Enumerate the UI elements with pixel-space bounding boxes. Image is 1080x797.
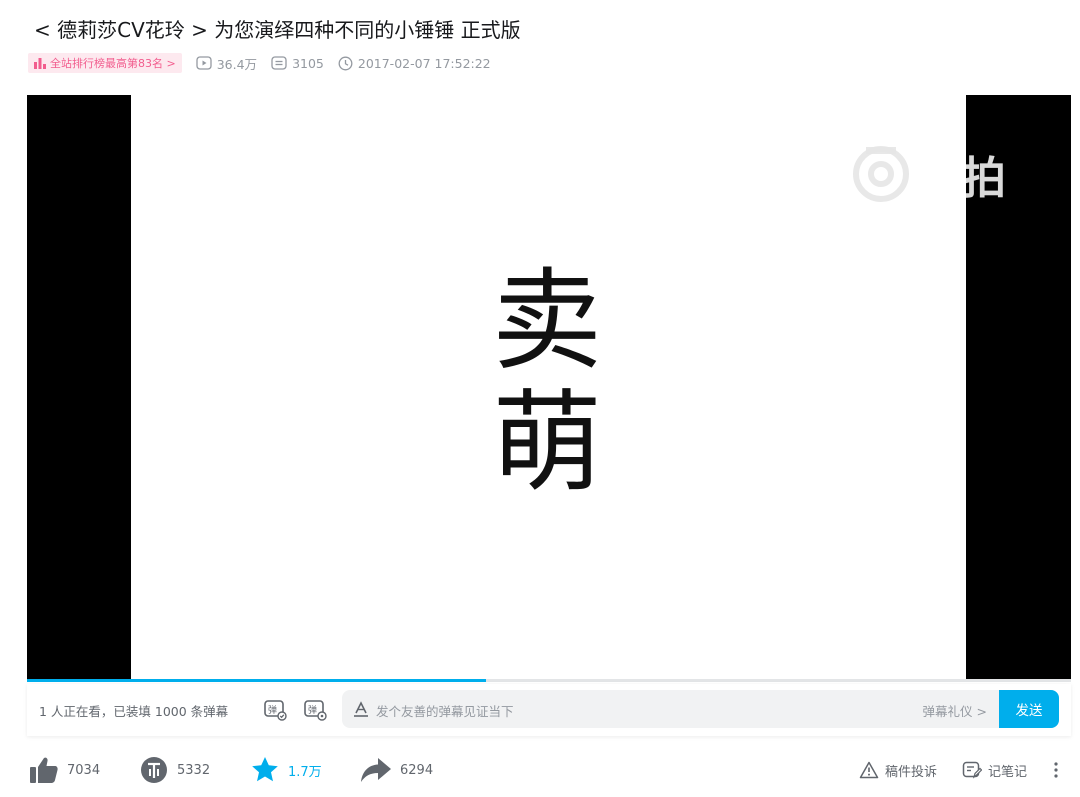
clock-icon (338, 56, 353, 70)
coin-count: 5332 (177, 762, 211, 778)
video-meta: 全站排行榜最高第83名 > 36.4万 3105 2017-02-07 17:5… (28, 52, 505, 74)
view-count: 36.4万 (196, 54, 257, 73)
watermark-text: 秒拍 (918, 153, 1006, 204)
video-frame-text: 卖 萌 (477, 260, 617, 504)
danmaku-count-value: 3105 (292, 55, 324, 71)
notes-label: 记笔记 (988, 764, 1028, 780)
ranking-icon (34, 58, 46, 69)
svg-text:弹: 弹 (268, 704, 277, 716)
play-count-icon (196, 56, 212, 70)
watching-status: 1 人正在看，已装填 1000 条弹幕 (39, 704, 229, 719)
danmaku-input[interactable]: 发个友善的弹幕见证当下 (376, 701, 514, 720)
publish-time-value: 2017-02-07 17:52:22 (357, 55, 491, 71)
note-icon (962, 761, 982, 779)
progress-fill (27, 679, 487, 682)
report-label: 稿件投诉 (885, 764, 938, 780)
rank-badge-label: 全站排行榜最高第83名 > (50, 57, 176, 70)
star-icon (252, 757, 278, 782)
svg-text:弹: 弹 (308, 704, 317, 716)
view-count-value: 36.4万 (216, 56, 258, 72)
video-title: < 德莉莎CV花玲 > 为您演绎四种不同的小锤锤 正式版 (34, 18, 521, 42)
like-button[interactable]: 7034 (29, 752, 100, 788)
danmaku-count: 3105 (271, 56, 324, 71)
frame-text-line1: 卖 (492, 257, 602, 385)
share-arrow-icon (361, 758, 391, 782)
danmaku-count-icon (271, 56, 287, 70)
share-button[interactable]: 6294 (360, 752, 433, 788)
danmaku-sending-bar: 1 人正在看，已装填 1000 条弹幕 弹 弹 发个友善的弹幕见证当下 弹幕礼仪… (27, 684, 1071, 736)
frame-text-line2: 萌 (492, 379, 602, 507)
notes-button[interactable]: 记笔记 (962, 752, 1027, 788)
send-danmaku-button[interactable]: 发送 (999, 690, 1059, 728)
danmaku-settings-icon[interactable]: 弹 (303, 697, 327, 721)
coin-button[interactable]: 5332 (139, 752, 210, 788)
favorite-button[interactable]: 1.7万 (250, 752, 322, 788)
progress-bar[interactable] (27, 679, 1071, 682)
thumbs-up-icon (30, 757, 58, 783)
coin-icon (141, 757, 167, 783)
danmaku-etiquette-link[interactable]: 弹幕礼仪 > (923, 701, 987, 720)
letterbox-left (27, 95, 131, 682)
danmaku-input-wrapper[interactable]: 发个友善的弹幕见证当下 弹幕礼仪 > 发送 (342, 690, 1059, 728)
warning-icon (859, 761, 879, 779)
rank-badge[interactable]: 全站排行榜最高第83名 > (28, 53, 182, 73)
share-count: 6294 (400, 762, 434, 778)
favorite-count: 1.7万 (288, 764, 322, 780)
more-vertical-icon (1054, 762, 1058, 778)
like-count: 7034 (67, 762, 101, 778)
danmaku-toggle-icon[interactable]: 弹 (263, 697, 287, 721)
text-style-icon[interactable] (352, 700, 370, 718)
miaopai-logo-icon (853, 146, 909, 202)
video-player[interactable]: 卖 萌 秒拍 (27, 95, 1071, 682)
more-menu-button[interactable] (1053, 752, 1065, 788)
video-watermark: 秒拍 (852, 142, 1006, 206)
action-toolbar: 7034 5332 1.7万 6294 稿件投诉 记笔记 (29, 752, 1071, 788)
report-button[interactable]: 稿件投诉 (859, 752, 937, 788)
publish-time: 2017-02-07 17:52:22 (338, 56, 491, 71)
